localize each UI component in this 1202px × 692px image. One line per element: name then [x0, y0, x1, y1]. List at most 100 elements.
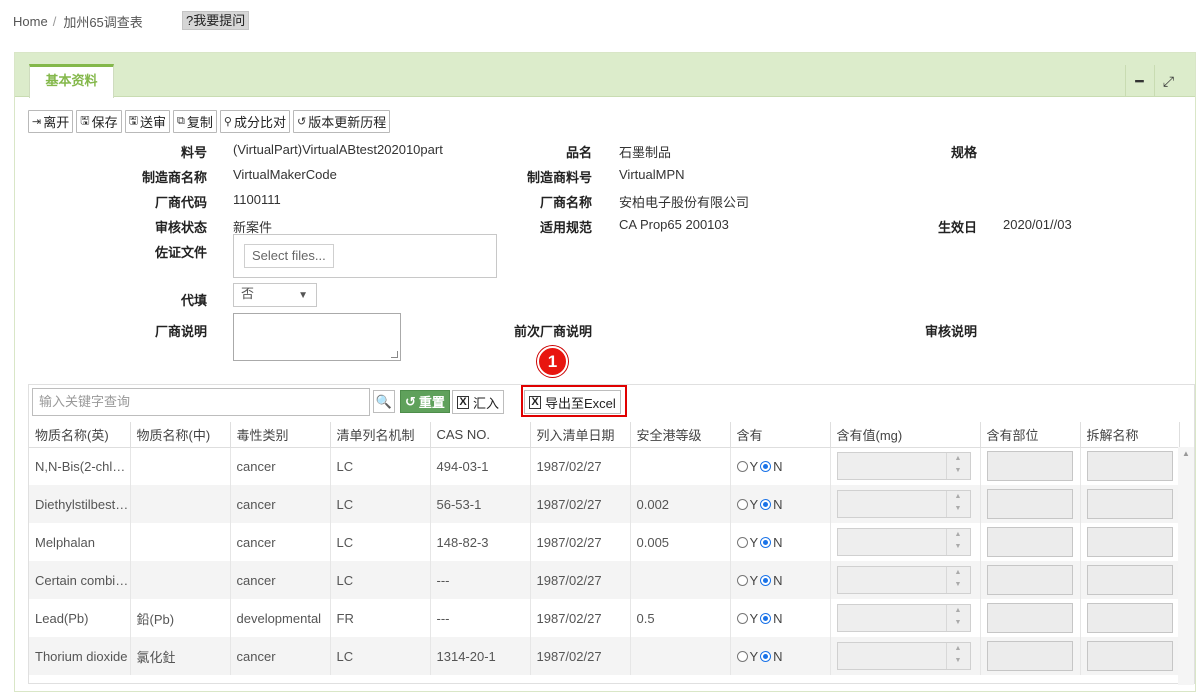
amount-input[interactable]: ▲ ▼	[836, 528, 971, 556]
radio-no[interactable]	[760, 651, 772, 663]
spinner-icon[interactable]: ▲ ▼	[945, 605, 970, 631]
radio-yes[interactable]	[736, 651, 748, 663]
cell-part	[980, 637, 1081, 675]
excel-icon: X	[457, 395, 469, 409]
amount-input[interactable]: ▲ ▼	[836, 566, 971, 594]
radio-no[interactable]	[760, 461, 772, 473]
part-no-label: 料号	[180, 145, 207, 160]
part-input[interactable]	[986, 641, 1073, 671]
maker-part-value: VirtualMPN	[619, 167, 685, 182]
cell-mechanism: LC	[330, 485, 431, 523]
radio-no[interactable]	[760, 499, 772, 511]
amount-input[interactable]: ▲ ▼	[836, 604, 971, 632]
part-input[interactable]	[986, 489, 1073, 519]
cell-contains: YN	[730, 447, 831, 485]
evidence-upload-area[interactable]: Select files...	[233, 234, 497, 278]
column-header[interactable]: 含有部位	[980, 422, 1081, 448]
leave-button[interactable]: ⇥ 离开	[28, 110, 74, 133]
cell-safe-harbor	[630, 637, 731, 675]
column-header[interactable]: 毒性类别	[230, 422, 331, 448]
radio-no-label: N	[773, 459, 783, 475]
cell-date: 1987/02/27	[530, 485, 631, 523]
cell-name-en: N,N-Bis(2-chloroethyl)	[29, 447, 131, 485]
cell-cas: ---	[430, 599, 531, 637]
radio-yes[interactable]	[736, 575, 748, 587]
search-icon[interactable]: 🔍	[373, 390, 395, 413]
scroll-up-icon[interactable]: ▲	[1182, 449, 1190, 458]
compare-label: 成分比对	[233, 115, 286, 130]
table-row[interactable]: Lead(Pb) 鉛(Pb) developmental FR --- 1987/02/2…	[29, 599, 1180, 637]
vendor-name-label: 厂商名称	[539, 195, 592, 210]
form-toolbar: ⇥ 离开 🖫 保存 🖫 送审 ⧉ 复制 ⚲ 成分比对 ↺ 版本更新历程	[28, 110, 391, 133]
ask-question-button[interactable]: ?我要提问	[182, 11, 250, 30]
expand-icon[interactable]: ⤢	[1154, 65, 1182, 97]
minimize-icon[interactable]: ━	[1125, 65, 1153, 97]
amount-input[interactable]: ▲ ▼	[836, 452, 971, 481]
copy-button[interactable]: ⧉ 复制	[173, 110, 217, 133]
part-input[interactable]	[986, 451, 1073, 482]
basic-info-panel: 基本资料 ━ ⤢ ⇥ 离开 🖫 保存 🖫 送审 ⧉ 复制 ⚲ 成分比对 ↺ 版本更新历程 料…	[14, 52, 1196, 692]
column-header[interactable]: 安全港等级	[630, 422, 731, 448]
spinner-icon[interactable]: ▲ ▼	[945, 453, 970, 480]
radio-yes[interactable]	[736, 461, 748, 473]
part-input[interactable]	[986, 565, 1073, 595]
table-row[interactable]: Melphalan cancer LC 148-82-3 1987/02/27 0.005…	[29, 523, 1180, 561]
spinner-icon[interactable]: ▲ ▼	[945, 643, 970, 669]
radio-no[interactable]	[760, 575, 772, 587]
spinner-icon[interactable]: ▲ ▼	[945, 529, 970, 555]
table-row[interactable]: Diethylstilbestrol cancer LC 56-53-1 1987/02…	[29, 485, 1180, 523]
submit-review-button[interactable]: 🖫 送审	[124, 110, 171, 133]
disassembly-input[interactable]	[1086, 527, 1173, 557]
radio-yes[interactable]	[736, 537, 748, 549]
radio-yes[interactable]	[736, 613, 748, 625]
tab-basic-info[interactable]: 基本资料	[29, 64, 114, 98]
table-row[interactable]: Thorium dioxide 氯化釷 cancer LC 1314-20-1 1987/…	[29, 637, 1180, 675]
breadcrumb-home[interactable]: Home	[13, 14, 48, 29]
radio-yes[interactable]	[736, 499, 748, 511]
proxy-fill-select[interactable]: 否 ▼	[233, 283, 317, 307]
radio-no[interactable]	[760, 537, 772, 549]
breadcrumb: Home / 加州65调查表	[13, 11, 143, 31]
save-button[interactable]: 🖫 保存	[76, 110, 122, 133]
select-files-button[interactable]: Select files...	[244, 244, 334, 268]
column-header[interactable]: CAS NO.	[430, 422, 531, 448]
disassembly-input[interactable]	[1086, 565, 1173, 595]
part-input[interactable]	[986, 603, 1073, 633]
cell-mechanism: LC	[330, 447, 431, 485]
column-header[interactable]: 物质名称(英)	[29, 422, 131, 448]
version-history-button[interactable]: ↺ 版本更新历程	[292, 110, 391, 133]
column-header[interactable]: 物质名称(中)	[130, 422, 231, 448]
part-input[interactable]	[986, 527, 1073, 557]
reset-button[interactable]: ↺ 重置	[400, 390, 450, 413]
disassembly-input[interactable]	[1086, 451, 1173, 482]
column-header[interactable]: 含有值(mg)	[830, 422, 981, 448]
spinner-icon[interactable]: ▲ ▼	[945, 491, 970, 517]
cell-part	[980, 447, 1081, 485]
amount-input[interactable]: ▲ ▼	[836, 642, 971, 670]
radio-no-label: N	[773, 573, 783, 589]
table-row[interactable]: Certain combined cancer LC --- 1987/02/27 Y N ▲…	[29, 561, 1180, 599]
product-name-value: 石墨制品	[619, 145, 672, 160]
vertical-scrollbar[interactable]: ▲	[1178, 447, 1194, 685]
cell-toxicity: cancer	[230, 447, 331, 485]
cell-disassembly	[1080, 485, 1180, 523]
column-header[interactable]: 含有	[730, 422, 831, 448]
column-header[interactable]: 清单列名机制	[330, 422, 431, 448]
table-row[interactable]: N,N-Bis(2-chloroethyl) cancerLC494-03-119…	[29, 447, 1180, 485]
radio-no[interactable]	[760, 613, 772, 625]
radio-yes-label: Y	[749, 611, 759, 627]
spinner-icon[interactable]: ▲ ▼	[945, 567, 970, 593]
import-button[interactable]: X 汇入	[452, 390, 505, 414]
compare-button[interactable]: ⚲ 成分比对	[219, 110, 290, 133]
disassembly-input[interactable]	[1086, 489, 1173, 519]
column-header[interactable]: 拆解名称	[1080, 422, 1180, 448]
search-input[interactable]: 输入关键字查询	[32, 388, 370, 416]
vendor-note-textarea[interactable]	[233, 313, 401, 361]
column-header[interactable]: 列入清单日期	[530, 422, 631, 448]
disassembly-input[interactable]	[1086, 641, 1173, 671]
disassembly-input[interactable]	[1086, 603, 1173, 633]
radio-yes-label: Y	[749, 649, 759, 665]
amount-input[interactable]: ▲ ▼	[836, 490, 971, 518]
cell-amount: ▲ ▼	[830, 561, 981, 599]
cell-toxicity: cancer	[230, 523, 331, 561]
